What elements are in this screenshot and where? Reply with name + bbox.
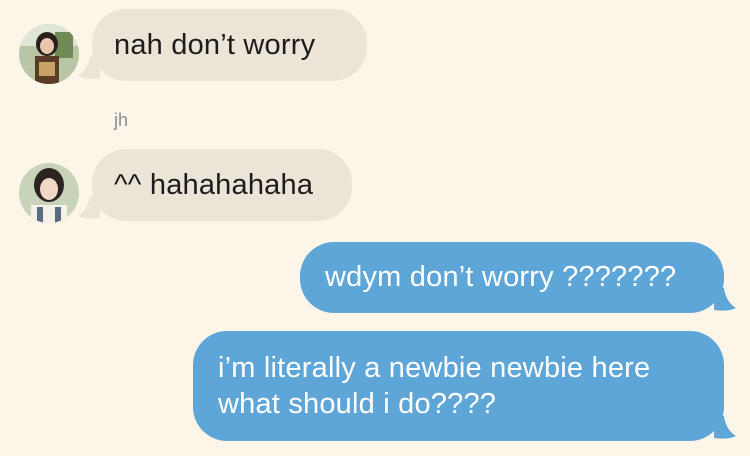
message-text-3: wdym don’t worry ??????? xyxy=(325,261,677,293)
message-text-4-line-1: i’m literally a newbie newbie here xyxy=(218,352,651,384)
message-bubble-2[interactable]: ^^ hahahahaha xyxy=(92,149,352,221)
message-text-1: nah don’t worry xyxy=(114,29,316,61)
message-bubble-3[interactable]: wdym don’t worry ??????? xyxy=(300,242,724,313)
message-text-4-line-2: what should i do???? xyxy=(218,388,497,420)
sender-name: jh xyxy=(114,110,129,130)
avatar-1[interactable] xyxy=(19,24,79,84)
bubble-tail-4 xyxy=(714,416,736,445)
message-bubble-4[interactable]: i’m literally a newbie newbie here what … xyxy=(193,331,724,441)
message-text-2: ^^ hahahahaha xyxy=(114,169,314,201)
message-bubble-1[interactable]: nah don’t worry xyxy=(92,9,367,81)
avatar-2[interactable] xyxy=(19,163,79,223)
bubble-tail-3 xyxy=(714,288,736,317)
